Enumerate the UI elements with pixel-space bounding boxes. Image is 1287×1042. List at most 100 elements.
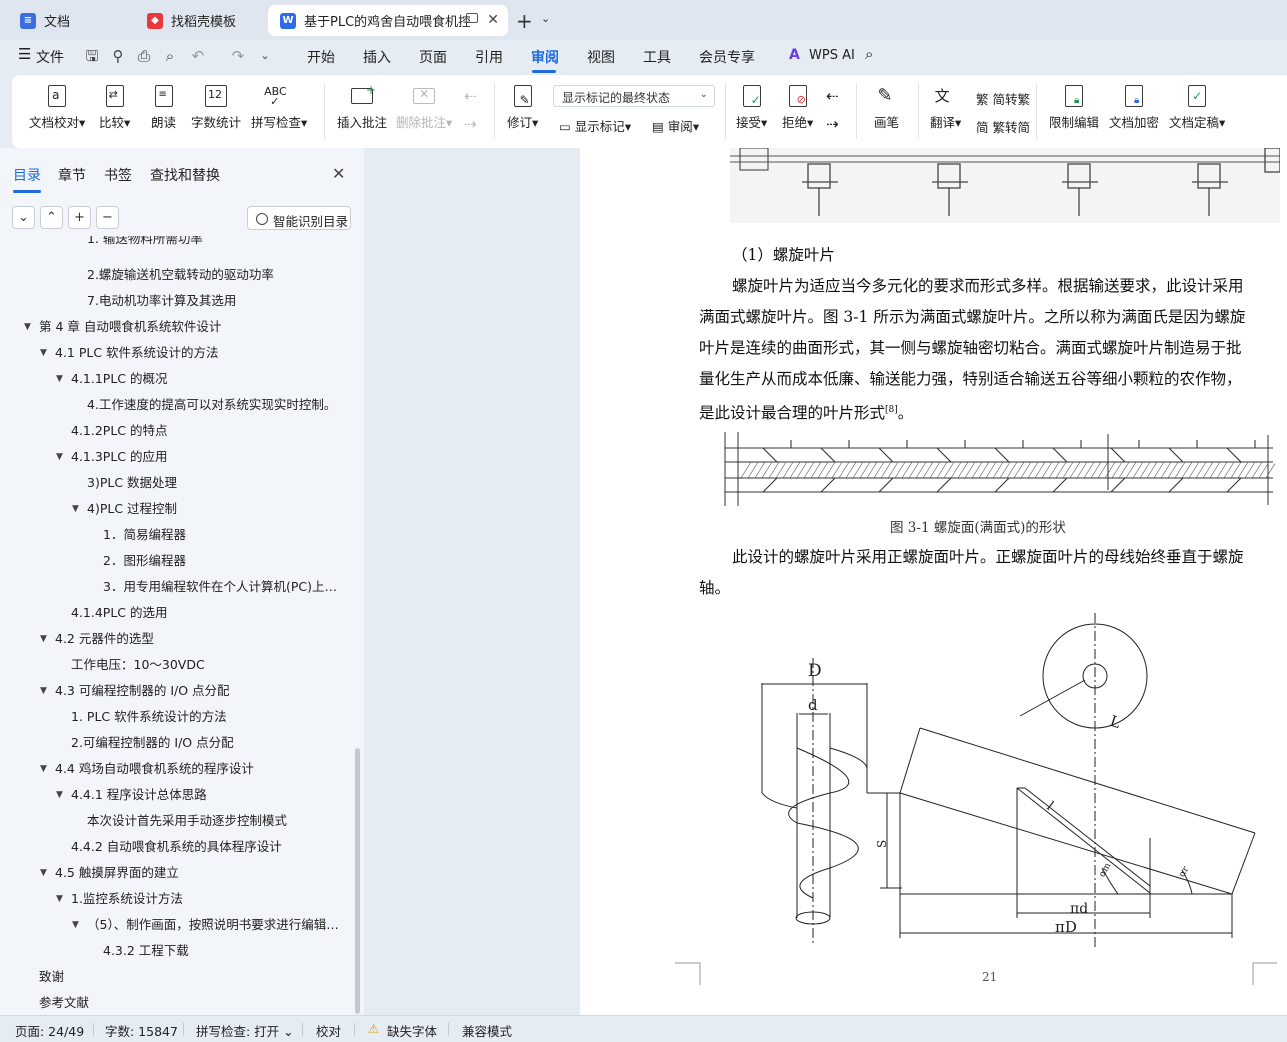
revise-button[interactable]: ✎ 修订▾ bbox=[507, 85, 538, 131]
review-pane-button[interactable]: ▤ 审阅▾ bbox=[652, 116, 699, 135]
missing-font-indicator[interactable]: 缺失字体 bbox=[387, 1021, 437, 1040]
toc-item[interactable]: 致谢 bbox=[0, 964, 352, 990]
spell-check-indicator[interactable]: 拼写检查: 打开 ⌄ bbox=[196, 1021, 294, 1040]
hamburger-icon[interactable]: ☰ bbox=[18, 45, 31, 63]
expand-arrow-icon[interactable]: ▼ bbox=[40, 756, 47, 782]
close-tab-icon[interactable]: ✕ bbox=[487, 12, 499, 28]
expand-icon[interactable]: ⌃ bbox=[40, 206, 63, 229]
toc-item[interactable]: ▼ 4.2 元器件的选型 bbox=[0, 626, 352, 652]
menu-member[interactable]: 会员专享 bbox=[699, 47, 755, 67]
toc-item[interactable]: ▼ 第 4 章 自动喂食机系统软件设计 bbox=[0, 314, 352, 340]
tab-toc[interactable]: 目录 bbox=[13, 165, 41, 185]
page-indicator[interactable]: 页面: 24/49 bbox=[15, 1021, 84, 1040]
expand-arrow-icon[interactable]: ▼ bbox=[40, 678, 47, 704]
new-tab-icon[interactable]: + bbox=[516, 9, 533, 33]
chevron-down-icon[interactable]: ⌄ bbox=[541, 12, 550, 25]
expand-arrow-icon[interactable]: ▼ bbox=[56, 782, 63, 808]
expand-arrow-icon[interactable]: ▼ bbox=[40, 340, 47, 366]
spell-check-button[interactable]: ABC ✓ 拼写检查▾ bbox=[251, 85, 307, 131]
toc-item[interactable]: 1. 输送物料所需功率 bbox=[0, 236, 352, 246]
menu-page[interactable]: 页面 bbox=[419, 47, 447, 67]
expand-arrow-icon[interactable]: ▼ bbox=[40, 626, 47, 652]
prev-comment-icon[interactable]: ⇠ bbox=[464, 87, 477, 105]
menu-insert[interactable]: 插入 bbox=[363, 47, 391, 67]
expand-arrow-icon[interactable]: ▼ bbox=[56, 444, 63, 470]
next-comment-icon[interactable]: ⇢ bbox=[464, 115, 477, 133]
tab-docer[interactable]: ◆ 找稻壳模板 bbox=[135, 5, 263, 36]
toc-item[interactable]: ▼ 4.4.1 程序设计总体思路 bbox=[0, 782, 352, 808]
to-simplified-button[interactable]: 简 繁转简 bbox=[976, 117, 1030, 136]
tab-chapters[interactable]: 章节 bbox=[58, 165, 86, 185]
toc-item[interactable]: 4.1.2PLC 的特点 bbox=[0, 418, 352, 444]
toc-item[interactable]: 1．简易编程器 bbox=[0, 522, 352, 548]
restrict-edit-button[interactable]: 🔒︎ 限制编辑 bbox=[1049, 85, 1099, 131]
tab-docs[interactable]: ≡ 文档 bbox=[8, 5, 128, 36]
prev-change-icon[interactable]: ⇠ bbox=[826, 87, 839, 105]
smart-toc-button[interactable]: 智能识别目录 bbox=[247, 206, 351, 230]
toc-item[interactable]: 7.电动机功率计算及其选用 bbox=[0, 288, 352, 314]
proofread-indicator[interactable]: 校对 bbox=[316, 1021, 341, 1040]
reject-button[interactable]: ⊘ 拒绝▾ bbox=[782, 85, 813, 131]
show-markup-button[interactable]: ▭ 显示标记▾ bbox=[559, 116, 631, 135]
toc-item[interactable]: 3．用专用编程软件在个人计算机(PC)上实现编程 bbox=[0, 574, 352, 600]
toc-item[interactable]: 4.4.2 自动喂食机系统的具体程序设计 bbox=[0, 834, 352, 860]
word-count-indicator[interactable]: 字数: 15847 bbox=[105, 1021, 178, 1040]
quick-access-dropdown-icon[interactable]: ⌄ bbox=[257, 48, 273, 64]
translate-button[interactable]: 文 翻译▾ bbox=[930, 85, 961, 131]
to-traditional-button[interactable]: 繁 简转繁 bbox=[976, 89, 1030, 108]
save-icon[interactable]: 🖫 bbox=[84, 48, 100, 64]
expand-arrow-icon[interactable]: ▼ bbox=[56, 886, 63, 912]
toc-item[interactable]: ▼ 4.1.1PLC 的概况 bbox=[0, 366, 352, 392]
accept-button[interactable]: ✓ 接受▾ bbox=[736, 85, 767, 131]
toc-item[interactable]: 4.1.4PLC 的选用 bbox=[0, 600, 352, 626]
add-icon[interactable]: + bbox=[68, 206, 91, 229]
menu-tools[interactable]: 工具 bbox=[643, 47, 671, 67]
toc-item[interactable]: ▼ 4)PLC 过程控制 bbox=[0, 496, 352, 522]
link-icon[interactable]: ⚲ bbox=[110, 48, 126, 64]
toc-item[interactable]: ▼ 4.1 PLC 软件系统设计的方法 bbox=[0, 340, 352, 366]
monitor-icon[interactable] bbox=[466, 13, 478, 23]
tab-bookmarks[interactable]: 书签 bbox=[104, 165, 132, 185]
toc-item[interactable]: 参考文献 bbox=[0, 990, 352, 1012]
expand-arrow-icon[interactable]: ▼ bbox=[24, 314, 31, 340]
menu-file[interactable]: 文件 bbox=[36, 47, 64, 67]
toc-item[interactable]: 3)PLC 数据处理 bbox=[0, 470, 352, 496]
toc-item[interactable]: 2.螺旋输送机空载转动的驱动功率 bbox=[0, 262, 352, 288]
expand-arrow-icon[interactable]: ▼ bbox=[72, 912, 79, 938]
redo-icon[interactable]: ↷ bbox=[230, 48, 246, 64]
toc-item[interactable]: 工作电压：10～30VDC bbox=[0, 652, 352, 678]
menu-review[interactable]: 审阅 bbox=[531, 47, 559, 67]
expand-arrow-icon[interactable]: ▼ bbox=[40, 860, 47, 886]
doc-check-button[interactable]: a 文档校对▾ bbox=[29, 85, 85, 131]
toc-item[interactable]: 2.可编程控制器的 I/O 点分配 bbox=[0, 730, 352, 756]
doc-finalize-button[interactable]: ✓ 文档定稿▾ bbox=[1169, 85, 1225, 131]
menu-view[interactable]: 视图 bbox=[587, 47, 615, 67]
close-icon[interactable]: ✕ bbox=[332, 164, 345, 183]
toc-item[interactable]: 4.工作速度的提高可以对系统实现实时控制。 bbox=[0, 392, 352, 418]
compare-button[interactable]: ⇄ 比较▾ bbox=[99, 85, 130, 131]
toc-item[interactable]: ▼ 1.监控系统设计方法 bbox=[0, 886, 352, 912]
toc-item[interactable]: ▼ 4.1.3PLC 的应用 bbox=[0, 444, 352, 470]
word-count-button[interactable]: 12 字数统计 bbox=[191, 85, 241, 131]
toc-item[interactable]: 4.3.2 工程下载 bbox=[0, 938, 352, 964]
remove-icon[interactable]: − bbox=[96, 206, 119, 229]
undo-icon[interactable]: ↶ bbox=[190, 48, 206, 64]
menu-wps-ai[interactable]: WPS AI bbox=[809, 48, 855, 63]
toc-item[interactable]: ▼ 4.4 鸡场自动喂食机系统的程序设计 bbox=[0, 756, 352, 782]
doc-encrypt-button[interactable]: 🔒︎ 文档加密 bbox=[1109, 85, 1159, 131]
compat-mode-indicator[interactable]: 兼容模式 bbox=[462, 1021, 512, 1040]
tab-current-document[interactable]: W 基于PLC的鸡舍自动喂食机控制 ✕ bbox=[268, 5, 508, 36]
print-preview-icon[interactable]: ⌕ bbox=[162, 48, 178, 64]
print-icon[interactable]: ⎙ bbox=[136, 48, 152, 64]
expand-arrow-icon[interactable]: ▼ bbox=[72, 496, 79, 522]
pen-button[interactable]: ✎ 画笔 bbox=[874, 85, 899, 131]
menu-home[interactable]: 开始 bbox=[307, 47, 335, 67]
tab-find-replace[interactable]: 查找和替换 bbox=[150, 165, 220, 185]
toc-item[interactable]: 2．图形编程器 bbox=[0, 548, 352, 574]
delete-comment-button[interactable]: ✕ 删除批注▾ bbox=[396, 85, 452, 131]
toc-item[interactable]: ▼ 4.5 触摸屏界面的建立 bbox=[0, 860, 352, 886]
menu-references[interactable]: 引用 bbox=[475, 47, 503, 67]
expand-arrow-icon[interactable]: ▼ bbox=[56, 366, 63, 392]
toc-item[interactable]: 本次设计首先采用手动逐步控制模式 bbox=[0, 808, 352, 834]
scrollbar[interactable] bbox=[355, 748, 360, 1014]
